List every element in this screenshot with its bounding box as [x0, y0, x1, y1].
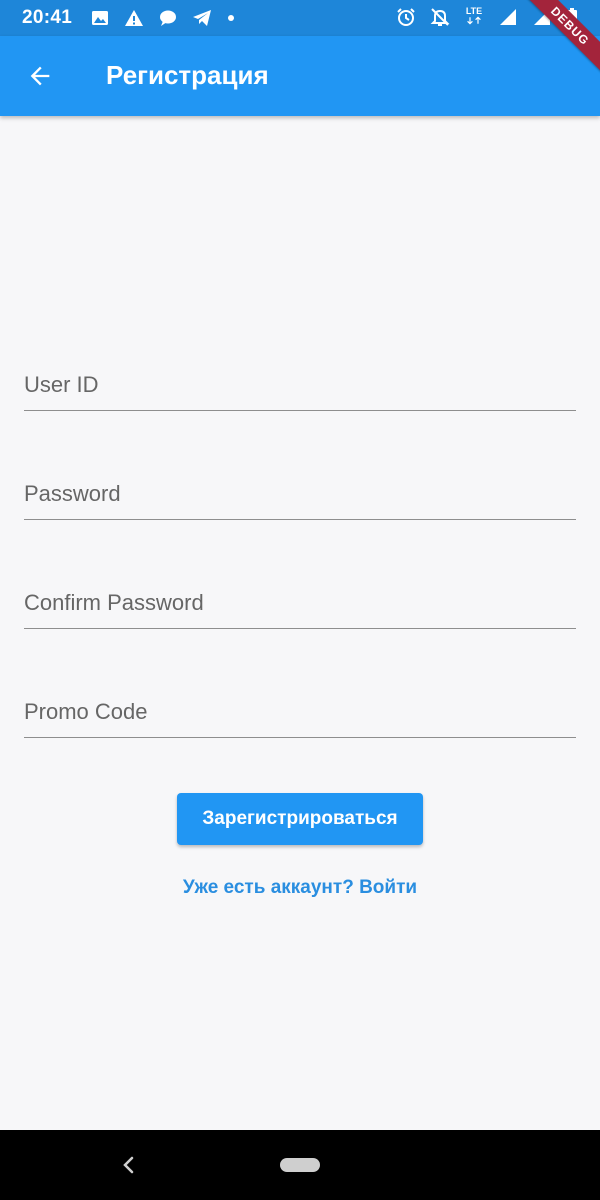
page-title: Регистрация — [106, 60, 269, 90]
alarm-icon — [396, 7, 416, 27]
status-bar: 20:41 LTE — [0, 0, 600, 36]
dot-icon — [226, 8, 236, 28]
nav-back-icon[interactable] — [116, 1152, 142, 1178]
status-time: 20:41 — [22, 7, 73, 28]
register-button[interactable]: Зарегистрироваться — [177, 793, 423, 845]
chat-bubble-icon — [158, 8, 178, 28]
arrow-back-icon — [30, 66, 50, 86]
confirm-password-field-container — [24, 568, 576, 629]
image-icon — [90, 8, 110, 28]
home-pill-icon[interactable] — [280, 1158, 320, 1172]
lte-label: LTE — [465, 6, 483, 16]
promo-code-field[interactable] — [24, 677, 576, 737]
telegram-icon — [192, 8, 212, 28]
user-id-field[interactable] — [24, 350, 576, 410]
password-field[interactable] — [24, 459, 576, 519]
warning-icon — [124, 8, 144, 28]
user-id-field-container — [24, 350, 576, 411]
signal-icon — [498, 7, 518, 27]
login-link[interactable]: Уже есть аккаунт? Войти — [0, 877, 600, 899]
app-bar: Регистрация — [0, 36, 600, 116]
password-field-container — [24, 459, 576, 520]
promo-code-field-container — [24, 677, 576, 738]
notifications-off-icon — [430, 7, 450, 27]
status-icons-left — [90, 8, 236, 28]
back-button[interactable] — [20, 56, 60, 96]
confirm-password-field[interactable] — [24, 568, 576, 628]
system-nav-bar — [0, 1130, 600, 1200]
lte-icon: LTE — [464, 7, 484, 27]
